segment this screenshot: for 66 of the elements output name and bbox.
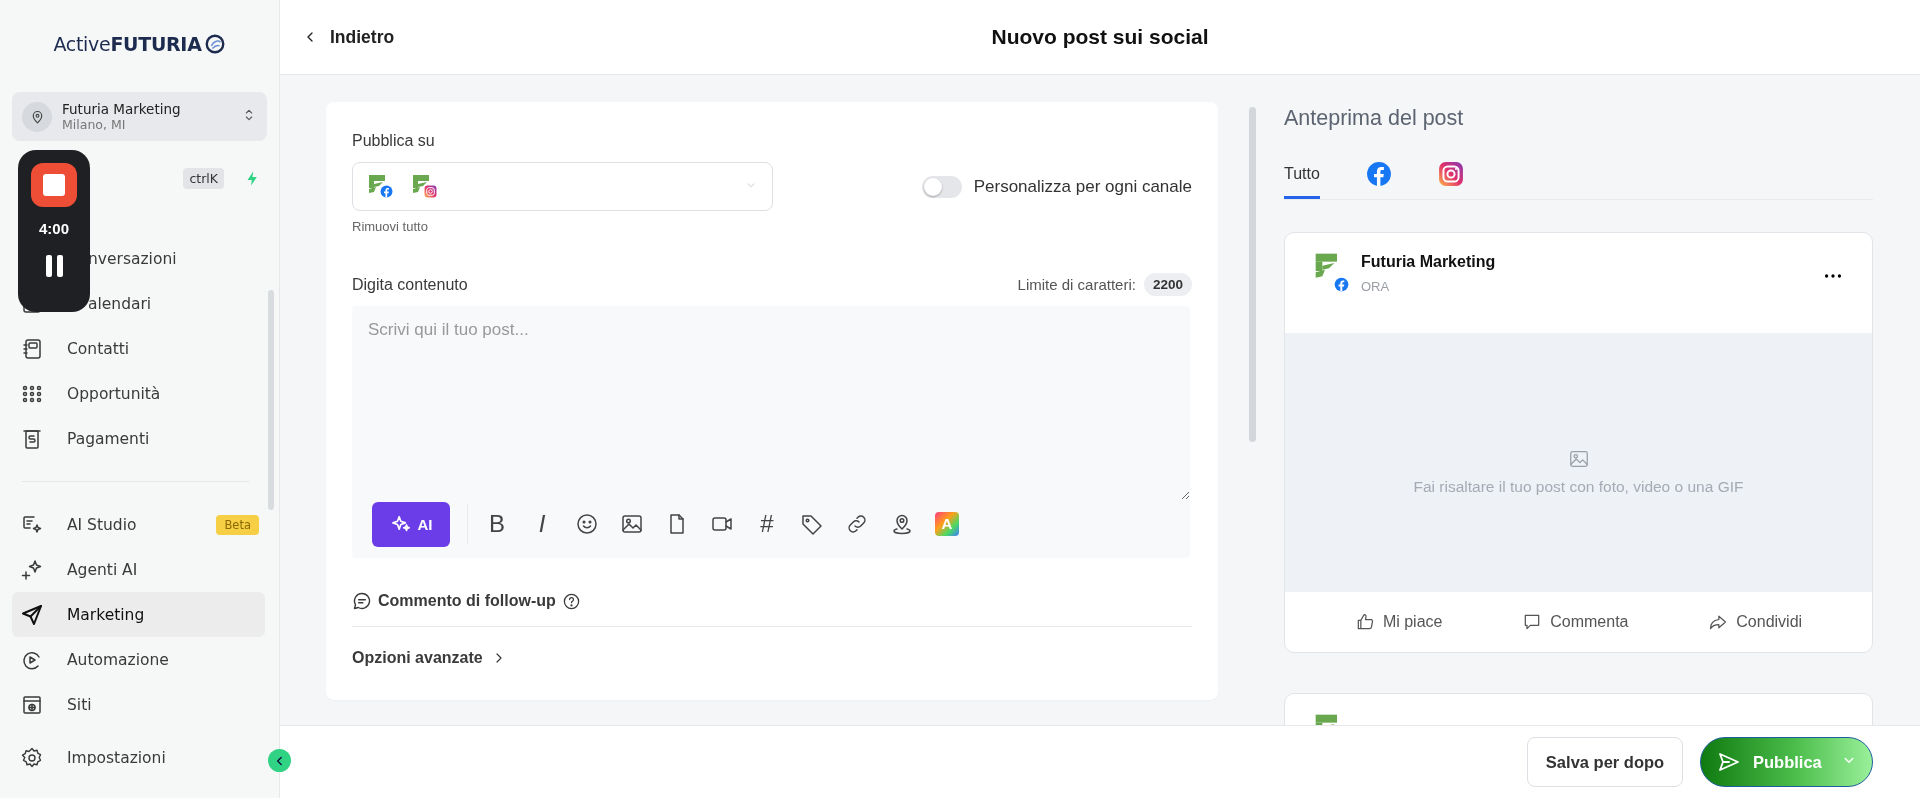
account-location: Milano, MI bbox=[62, 117, 127, 132]
facebook-icon bbox=[1334, 277, 1349, 292]
settings-icon bbox=[20, 745, 44, 770]
facebook-icon bbox=[1365, 160, 1392, 187]
image-icon[interactable] bbox=[620, 512, 644, 536]
field-label: Digita contenuto bbox=[352, 274, 468, 295]
paper-plane-icon bbox=[20, 602, 44, 627]
sidebar-item[interactable]: AI Studio Beta bbox=[12, 502, 265, 547]
sidebar-item[interactable]: Impostazioni bbox=[12, 735, 265, 780]
swirl-icon bbox=[203, 33, 226, 55]
preview-tab[interactable]: Tutto bbox=[1284, 151, 1320, 199]
page-title: Nuovo post sui social bbox=[991, 25, 1209, 49]
instagram-icon bbox=[424, 184, 437, 198]
account-name: Futuria Marketing bbox=[62, 101, 181, 117]
recording-timer: 4:00 bbox=[39, 220, 69, 237]
limit-label: Limite di caratteri: bbox=[1017, 276, 1136, 293]
help-icon bbox=[561, 591, 581, 611]
beta-badge: Beta bbox=[216, 514, 259, 535]
sidebar-item[interactable]: Pagamenti bbox=[12, 416, 265, 461]
sidebar-item[interactable]: Siti bbox=[12, 682, 265, 727]
sidebar-item[interactable]: Marketing bbox=[12, 592, 265, 637]
italic-button[interactable]: I bbox=[530, 511, 554, 537]
scrollbar-thumb[interactable] bbox=[1249, 107, 1256, 442]
address-book-icon bbox=[20, 336, 44, 361]
hashtag-button[interactable]: # bbox=[755, 511, 779, 537]
chat-bubble-icon bbox=[352, 591, 372, 611]
link-icon[interactable] bbox=[845, 512, 869, 536]
account-switcher[interactable]: Futuria Marketing Milano, MI bbox=[12, 92, 267, 141]
sparkle-plus-icon bbox=[20, 557, 44, 582]
sidebar-item[interactable]: Opportunità bbox=[12, 371, 265, 416]
advanced-options-link[interactable]: Opzioni avanzate bbox=[352, 649, 507, 667]
field-label: Pubblica su bbox=[352, 131, 436, 151]
tag-icon[interactable] bbox=[800, 512, 824, 536]
follow-up-label[interactable]: Commento di follow-up bbox=[378, 592, 556, 610]
collapse-button[interactable] bbox=[268, 749, 291, 772]
post-time: ORA bbox=[1361, 279, 1391, 294]
facebook-icon bbox=[380, 184, 393, 198]
sidebar-item[interactable]: Contatti bbox=[12, 326, 265, 371]
post-text-field[interactable]: Scrivi qui il tuo post... bbox=[352, 306, 1190, 500]
brand-logo: ActiveFUTURIA bbox=[53, 33, 202, 55]
scrollbar-thumb[interactable] bbox=[268, 290, 274, 510]
ai-button[interactable]: AI bbox=[372, 501, 450, 547]
sidebar-item[interactable]: nversazioni bbox=[12, 236, 265, 281]
emoji-icon[interactable] bbox=[575, 512, 599, 536]
shortcut-key: ctrlK bbox=[183, 167, 224, 189]
share-button[interactable]: Condividi bbox=[1702, 611, 1809, 633]
character-limit: 2200 bbox=[1143, 273, 1192, 296]
back-link[interactable]: Indietro bbox=[280, 25, 401, 49]
map-pin-icon[interactable] bbox=[890, 512, 914, 536]
page-name: Futuria Marketing bbox=[1361, 253, 1496, 271]
toggle-label: Personalizza per ogni canale bbox=[973, 176, 1192, 197]
channel-select[interactable] bbox=[352, 162, 773, 211]
paper-plane-icon bbox=[1717, 750, 1741, 774]
comment-button[interactable]: Commenta bbox=[1516, 611, 1635, 633]
save-draft-button[interactable]: Salva per dopo bbox=[1527, 737, 1683, 787]
media-hint: Fai risaltare il tuo post con foto, video o una GIF bbox=[1413, 477, 1744, 496]
bold-button[interactable]: B bbox=[485, 511, 509, 537]
section-title: Anteprima del post bbox=[1284, 105, 1465, 132]
like-button[interactable]: Mi piace bbox=[1348, 611, 1449, 633]
toggle-switch[interactable] bbox=[921, 175, 962, 198]
remove-all-link[interactable]: Rimuovi tutto bbox=[352, 219, 428, 234]
instagram-icon bbox=[1437, 160, 1464, 187]
sidebar-item[interactable]: Agenti AI bbox=[12, 547, 265, 592]
pause-button[interactable] bbox=[45, 255, 63, 277]
sidebar-item[interactable]: Automazione bbox=[12, 637, 265, 682]
stop-button[interactable] bbox=[31, 163, 77, 207]
